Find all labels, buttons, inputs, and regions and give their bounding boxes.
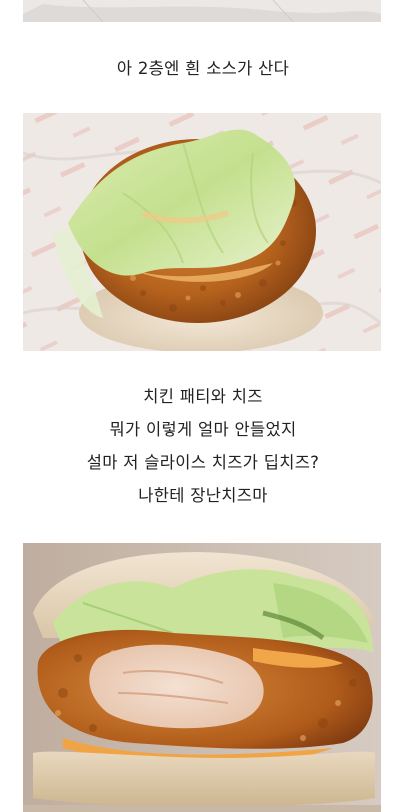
caption-second: 치킨 패티와 치즈 뭐가 이렇게 얼마 안들었지 설마 저 슬라이스 치즈가 딥… (0, 380, 406, 512)
caption-line: 아 2층엔 흰 소스가 산다 (116, 59, 290, 78)
caption-line: 나한테 장난치즈마 (138, 486, 268, 505)
caption-line: 치킨 패티와 치즈 (143, 387, 263, 406)
caption-line: 뭐가 이렇게 얼마 안들었지 (109, 420, 297, 439)
burger-cross-section-photo (23, 543, 381, 812)
caption-line: 설마 저 슬라이스 치즈가 딥치즈? (86, 453, 320, 472)
bun-top-photo (23, 0, 381, 22)
chicken-patty-lettuce-photo (23, 113, 381, 351)
caption-first: 아 2층엔 흰 소스가 산다 (0, 52, 406, 85)
